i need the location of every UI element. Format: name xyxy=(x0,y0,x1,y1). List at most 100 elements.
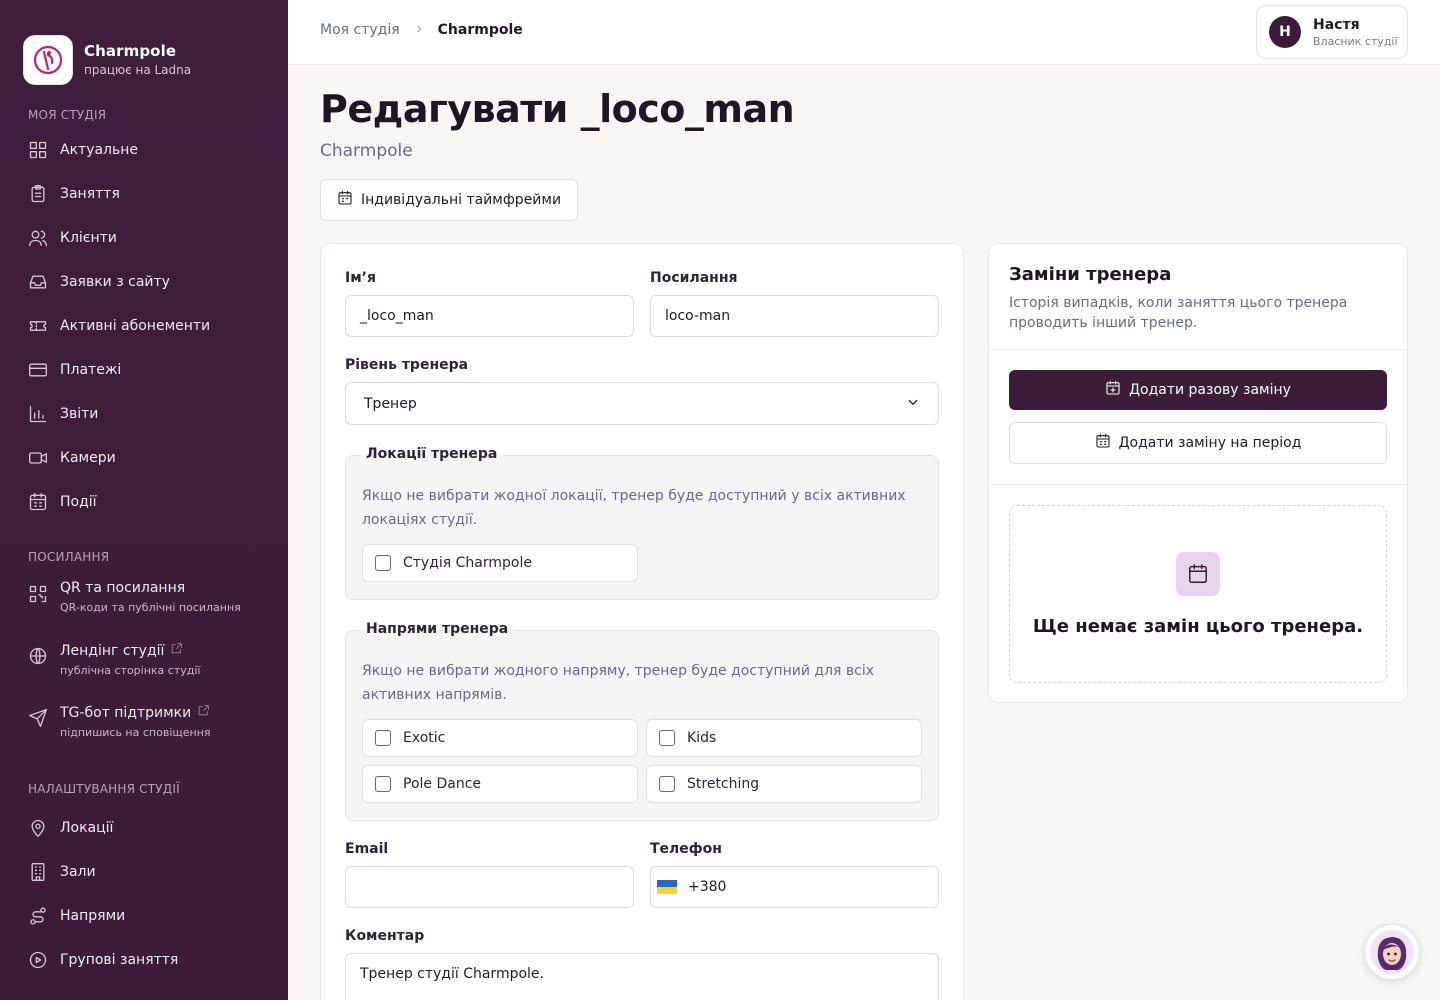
add-period-substitution-label: Додати заміну на період xyxy=(1118,435,1302,451)
sidebar-item-label: Камери xyxy=(60,450,116,466)
breadcrumb-parent[interactable]: Моя студія xyxy=(320,22,400,38)
brand[interactable]: Charmpole працює на Ladna xyxy=(0,0,288,96)
building-icon xyxy=(28,862,48,882)
sidebar-link-sub: публічна сторінка студії xyxy=(60,664,201,677)
calendar-icon xyxy=(1095,433,1111,453)
sidebar-item-requests[interactable]: Заявки з сайту xyxy=(0,260,288,304)
user-menu[interactable]: Н Настя Власник студії xyxy=(1256,5,1408,59)
dashboard-icon xyxy=(28,140,48,160)
sidebar-item-group-classes[interactable]: Групові заняття xyxy=(0,938,288,982)
email-label: Email xyxy=(345,841,389,857)
sidebar-link-label: TG-бот підтримки xyxy=(60,704,192,721)
add-period-substitution-button[interactable]: Додати заміну на період xyxy=(1009,422,1387,464)
sidebar-item-label: Зали xyxy=(60,864,96,880)
sidebar-item-classes[interactable]: Заняття xyxy=(0,172,288,216)
sidebar-item-current[interactable]: Актуальне xyxy=(0,128,288,172)
locations-legend: Локації тренера xyxy=(360,446,504,462)
user-name: Настя xyxy=(1313,16,1360,33)
timeframes-button-label: Індивідуальні таймфрейми xyxy=(361,192,562,208)
assistant-avatar-icon xyxy=(1370,930,1414,974)
sidebar-item-label: Звіти xyxy=(60,406,99,422)
add-single-substitution-button[interactable]: Додати разову заміну xyxy=(1009,370,1387,410)
sidebar-link-sub: підпишись на сповіщення xyxy=(60,726,211,739)
level-select[interactable]: Тренер xyxy=(345,382,939,425)
sidebar-item-label: Напрями xyxy=(60,908,126,924)
comment-field[interactable]: Тренер студії Charmpole. xyxy=(345,953,939,1000)
sidebar-item-label: Заявки з сайту xyxy=(60,274,170,290)
checkbox-label: Kids xyxy=(687,730,717,746)
calendar-icon xyxy=(1176,551,1220,596)
chevron-down-icon xyxy=(906,395,920,413)
calendar-icon xyxy=(28,492,48,512)
sidebar-item-directions[interactable]: Напрями xyxy=(0,894,288,938)
sidebar-item-tg-bot[interactable]: TG-бот підтримки підпишись на сповіщення xyxy=(0,704,288,766)
circle-play-icon xyxy=(28,950,48,970)
directions-fieldset: Напрями тренера Якщо не вибрати жодного … xyxy=(345,621,939,821)
video-icon xyxy=(28,448,48,468)
name-field[interactable]: _loco_man xyxy=(345,295,634,337)
sidebar-link-label: Лендінг студії xyxy=(60,642,165,659)
sidebar-item-label: Платежі xyxy=(60,362,122,378)
checkbox-label: Студія Charmpole xyxy=(403,555,532,571)
main-content: Редагувати _loco_man Charmpole Індивідуа… xyxy=(320,65,1408,1000)
sidebar-link-landing: Лендінг студії xyxy=(60,642,200,659)
breadcrumb-current: Charmpole xyxy=(437,22,523,38)
section-title-studio: МОЯ СТУДІЯ xyxy=(28,108,107,122)
level-label: Рівень тренера xyxy=(345,357,469,373)
timeframes-button[interactable]: Індивідуальні таймфрейми xyxy=(320,179,579,221)
page-subtitle: Charmpole xyxy=(320,141,413,161)
direction-checkbox-pole-dance[interactable]: Pole Dance xyxy=(362,765,638,803)
substitutions-card: Заміни тренера Історія випадків, коли за… xyxy=(988,243,1408,703)
sidebar-item-label: Групові заняття xyxy=(60,952,179,968)
sidebar-item-reports[interactable]: Звіти xyxy=(0,392,288,436)
slug-field[interactable]: loco-man xyxy=(650,295,939,337)
sidebar-item-subscriptions[interactable]: Активні абонементи xyxy=(0,304,288,348)
directions-hint: Якщо не вибрати жодного напряму, тренер … xyxy=(362,663,875,703)
inbox-icon xyxy=(28,272,48,292)
sidebar-item-halls[interactable]: Зали xyxy=(0,850,288,894)
sidebar-item-events[interactable]: Події xyxy=(0,480,288,524)
bar-chart-icon xyxy=(28,404,48,424)
sidebar-item-cameras[interactable]: Камери xyxy=(0,436,288,480)
page-title: Редагувати _loco_man xyxy=(320,87,795,131)
sidebar-item-label: Актуальне xyxy=(60,142,139,158)
trainer-form: Ім’я _loco_man Посилання loco-man Рівень… xyxy=(320,243,964,1000)
location-checkbox[interactable]: Студія Charmpole xyxy=(362,544,638,582)
sidebar-item-label: Локації xyxy=(60,820,114,836)
map-pin-icon xyxy=(28,818,48,838)
external-link-icon xyxy=(197,704,210,721)
sidebar-link-sub: QR-коди та публічні посилання xyxy=(60,601,241,614)
sidebar-item-clients[interactable]: Клієнти xyxy=(0,216,288,260)
ticket-icon xyxy=(28,316,48,336)
assistant-avatar-button[interactable] xyxy=(1364,924,1420,980)
route-icon xyxy=(28,906,48,926)
brand-logo xyxy=(23,34,73,85)
sidebar-item-label: Активні абонементи xyxy=(60,318,211,334)
sidebar-item-payments[interactable]: Платежі xyxy=(0,348,288,392)
ukraine-flag-icon[interactable] xyxy=(657,880,677,894)
sidebar-link-tg: TG-бот підтримки xyxy=(60,704,211,721)
add-single-substitution-label: Додати разову заміну xyxy=(1129,382,1291,398)
clipboard-icon xyxy=(28,184,48,204)
sidebar-item-locations[interactable]: Локації xyxy=(0,806,288,850)
avatar: Н xyxy=(1269,16,1301,48)
credit-card-icon xyxy=(28,360,48,380)
checkbox-box xyxy=(375,776,391,792)
locations-fieldset: Локації тренера Якщо не вибрати жодної л… xyxy=(345,446,939,600)
globe-icon xyxy=(28,646,48,666)
section-title-settings: НАЛАШТУВАННЯ СТУДІЇ xyxy=(28,782,180,796)
email-field[interactable] xyxy=(345,866,634,908)
substitutions-title: Заміни тренера xyxy=(1009,264,1172,285)
direction-checkbox-stretching[interactable]: Stretching xyxy=(646,765,922,803)
level-select-value: Тренер xyxy=(364,395,417,412)
direction-checkbox-exotic[interactable]: Exotic xyxy=(362,719,638,757)
sidebar-item-qr[interactable]: QR та посилання QR-коди та публічні поси… xyxy=(0,580,288,642)
sidebar-item-landing[interactable]: Лендінг студії публічна сторінка студії xyxy=(0,642,288,704)
sidebar-link-label: QR та посилання xyxy=(60,580,186,596)
chevron-right-icon xyxy=(414,23,424,37)
users-icon xyxy=(28,228,48,248)
direction-checkbox-kids[interactable]: Kids xyxy=(646,719,922,757)
phone-field[interactable]: +380 xyxy=(650,866,939,908)
top-bar: Моя студія Charmpole Н Настя Власник сту… xyxy=(288,0,1440,65)
qr-icon xyxy=(28,584,48,604)
